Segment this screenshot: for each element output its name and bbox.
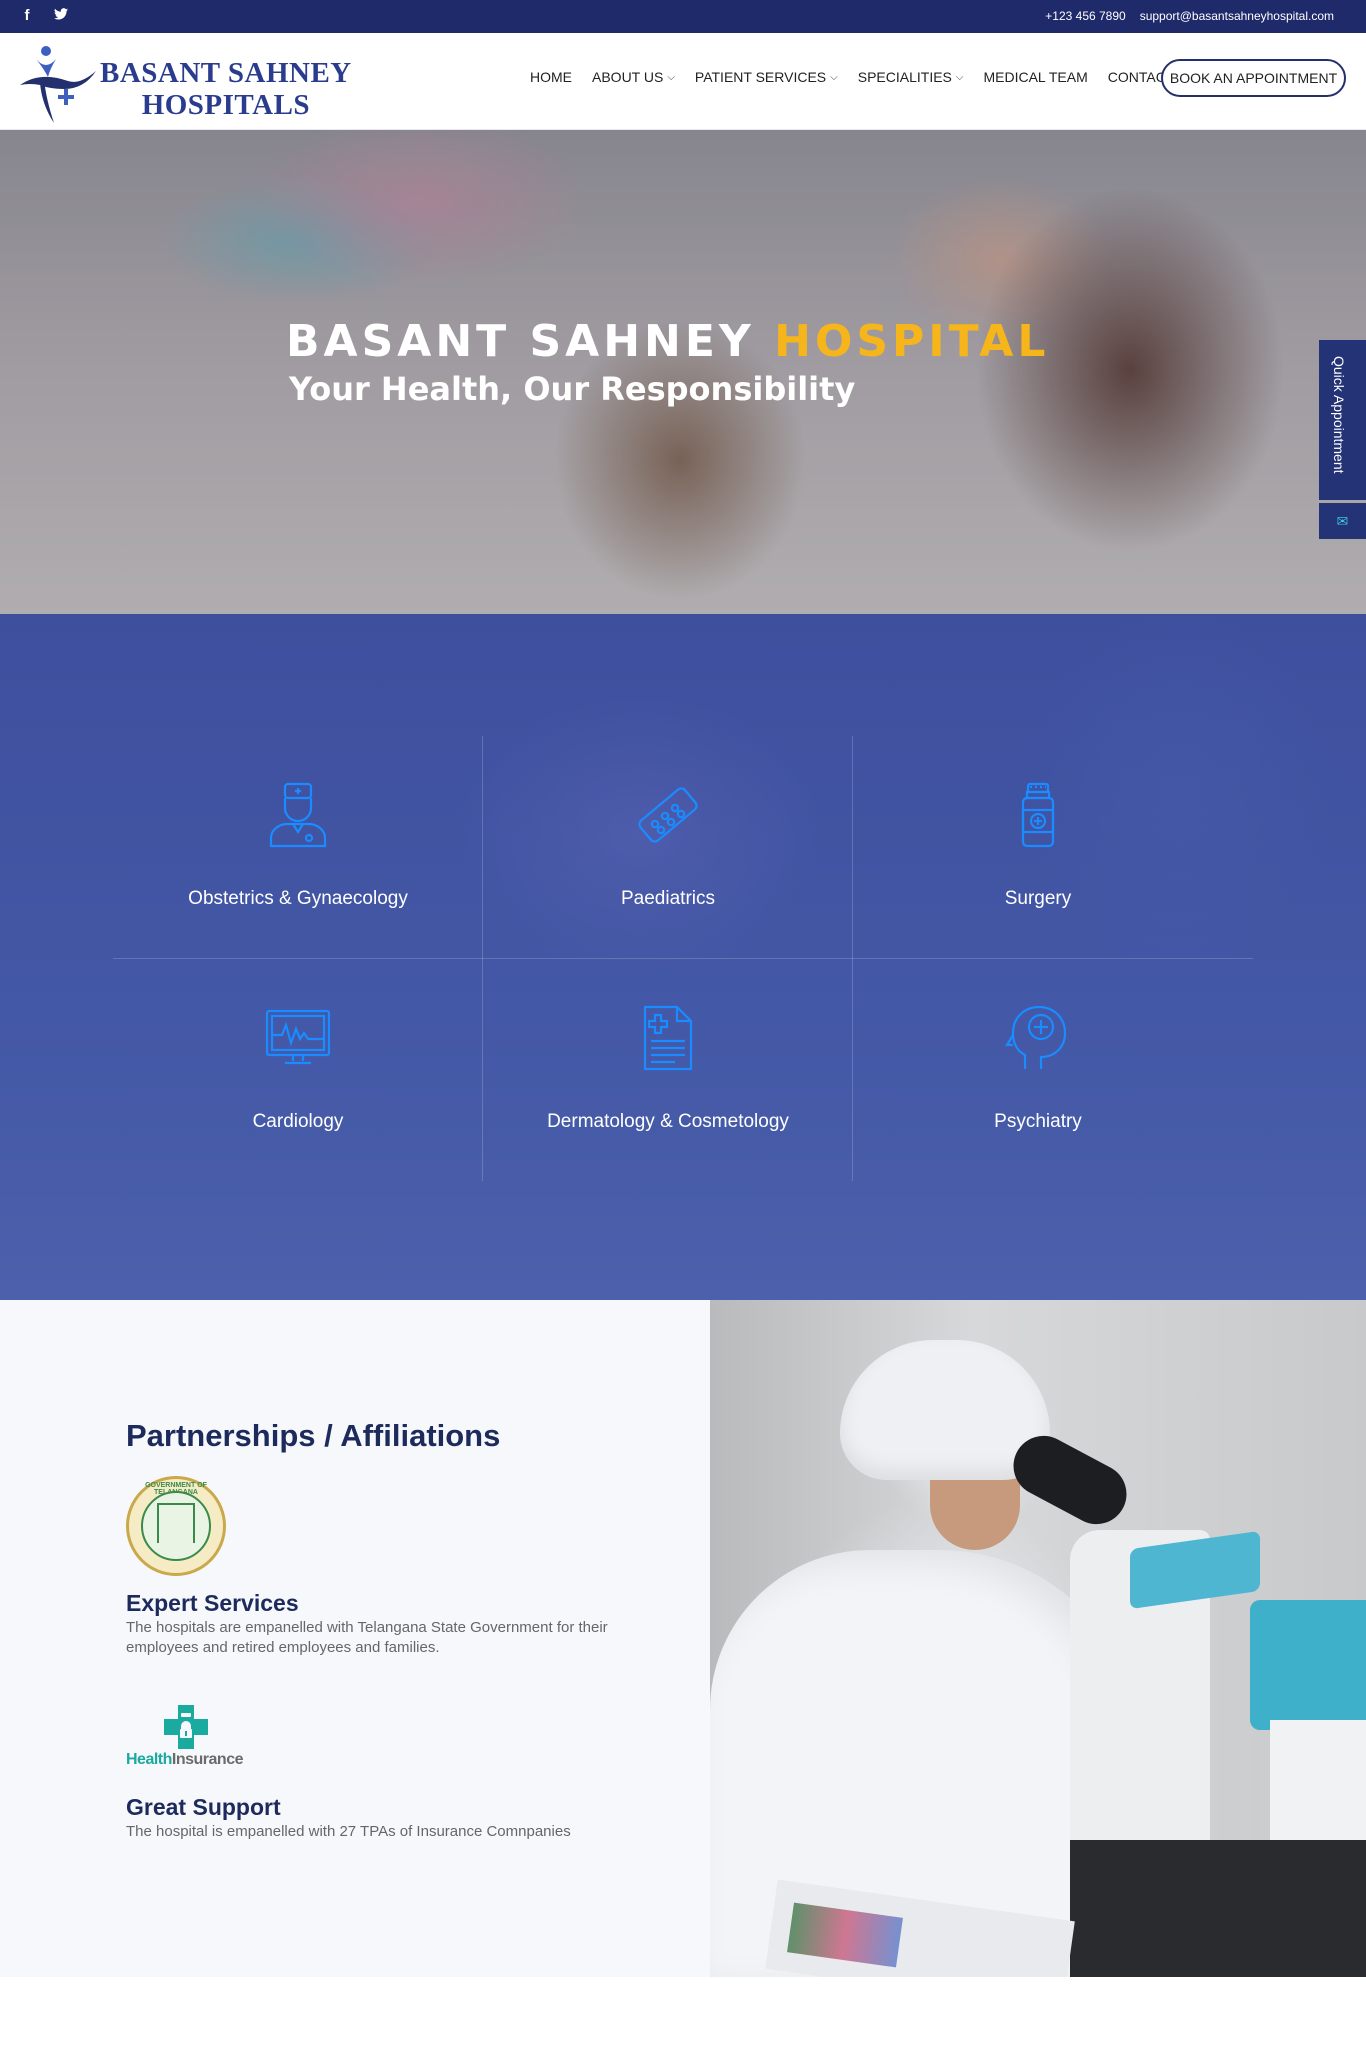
health-insurance-logo: HealthInsurance <box>126 1697 256 1777</box>
site-header: BASANT SAHNEY HOSPITALS HOME ABOUT US ⌵ P… <box>0 33 1366 130</box>
nav-label: ABOUT US <box>592 69 664 85</box>
quick-appointment-tab[interactable]: Quick Appointment <box>1319 340 1366 500</box>
photo-microscope-body <box>1250 1600 1366 1730</box>
nav-patient-services[interactable]: PATIENT SERVICES ⌵ <box>695 69 838 85</box>
phone-number[interactable]: +123 456 7890 <box>1045 9 1125 23</box>
social-links: f <box>20 8 68 24</box>
hospital-logo[interactable]: BASANT SAHNEY HOSPITALS <box>20 41 360 125</box>
doctor-icon <box>269 782 327 848</box>
nav-label: PATIENT SERVICES <box>694 69 827 85</box>
support-email[interactable]: support@basantsahneyhospital.com <box>1140 9 1334 23</box>
partnerships-heading: Partnerships / Affiliations <box>126 1418 501 1453</box>
wordmark-health: Health <box>126 1751 172 1768</box>
pill-strip-icon <box>638 787 698 843</box>
feature-title: Great Support <box>126 1794 281 1820</box>
speciality-name: Dermatology & Cosmetology <box>547 1111 789 1132</box>
nav-about-us[interactable]: ABOUT US ⌵ <box>592 69 675 85</box>
hero-banner: BASANT SAHNEY HOSPITAL Your Health, Our … <box>0 130 1366 614</box>
medicine-bottle-icon <box>1021 782 1055 848</box>
chevron-down-icon: ⌵ <box>667 71 675 83</box>
logo-line-1: BASANT SAHNEY <box>100 57 352 89</box>
quick-appointment-label: Quick Appointment <box>1331 356 1347 474</box>
speciality-surgery[interactable]: Surgery <box>853 736 1223 958</box>
speciality-paediatrics[interactable]: Paediatrics <box>483 736 853 958</box>
health-insurance-wordmark: HealthInsurance <box>126 1751 244 1769</box>
telangana-seal-logo: GOVERNMENT OF TELANGANA <box>126 1476 226 1576</box>
speciality-psychiatry[interactable]: Psychiatry <box>853 959 1223 1181</box>
speciality-name: Cardiology <box>252 1111 344 1132</box>
heart-monitor-icon <box>265 1009 331 1065</box>
top-bar: f +123 456 7890 support@basantsahneyhosp… <box>0 0 1366 33</box>
speciality-name: Surgery <box>1004 888 1072 909</box>
nav-label: MEDICAL TEAM <box>983 69 1088 85</box>
feature-description: The hospital is empanelled with 27 TPAs … <box>126 1823 571 1840</box>
chevron-down-icon: ⌵ <box>955 71 964 83</box>
logo-text: BASANT SAHNEY HOSPITALS <box>100 57 352 121</box>
nav-label: SPECIALITIES <box>857 69 952 85</box>
specialities-grid: Obstetrics & Gynaecology Paediatrics Sur… <box>113 736 1253 1181</box>
logo-line-2: HOSPITALS <box>141 89 311 121</box>
book-appointment-button[interactable]: BOOK AN APPOINTMENT <box>1161 59 1346 97</box>
specialities-section: Obstetrics & Gynaecology Paediatrics Sur… <box>0 614 1366 1300</box>
hero-title-accent: HOSPITAL <box>774 316 1050 367</box>
contact-info: +123 456 7890 support@basantsahneyhospit… <box>1045 9 1334 23</box>
wordmark-insurance: Insurance <box>171 1751 244 1768</box>
medical-report-icon <box>643 1005 693 1071</box>
speciality-name: Paediatrics <box>621 888 715 909</box>
lab-technician-photo <box>710 1300 1366 1977</box>
nav-medical-team[interactable]: MEDICAL TEAM <box>983 69 1087 85</box>
nav-home[interactable]: HOME <box>530 69 572 85</box>
envelope-icon[interactable]: ✉ <box>1319 503 1366 539</box>
nav-specialities[interactable]: SPECIALITIES ⌵ <box>858 69 964 85</box>
medical-cross-icon <box>164 1705 208 1749</box>
partnerships-section: Partnerships / Affiliations GOVERNMENT O… <box>0 1300 710 1977</box>
feature-description: The hospitals are empanelled with Telang… <box>126 1619 608 1656</box>
nav-label: HOME <box>530 69 572 85</box>
chevron-down-icon: ⌵ <box>830 71 838 83</box>
head-cross-icon <box>1005 1005 1067 1069</box>
speciality-obstetrics[interactable]: Obstetrics & Gynaecology <box>113 736 483 958</box>
facebook-icon[interactable]: f <box>20 8 34 24</box>
hero-title: BASANT SAHNEY HOSPITAL <box>286 316 1049 367</box>
seal-gate <box>157 1503 195 1543</box>
speciality-name: Psychiatry <box>994 1111 1082 1132</box>
twitter-icon[interactable] <box>54 8 68 24</box>
logo-emblem-icon <box>20 46 96 123</box>
hero-title-main: BASANT SAHNEY <box>286 316 775 367</box>
speciality-dermatology[interactable]: Dermatology & Cosmetology <box>483 959 853 1181</box>
feature-title: Expert Services <box>126 1590 299 1616</box>
speciality-cardiology[interactable]: Cardiology <box>113 959 483 1181</box>
photo-desk <box>1070 1840 1366 1977</box>
hero-subtitle: Your Health, Our Responsibility <box>289 370 856 408</box>
speciality-name: Obstetrics & Gynaecology <box>188 888 408 909</box>
main-nav: HOME ABOUT US ⌵ PATIENT SERVICES ⌵ SPECIAL… <box>530 69 1174 85</box>
